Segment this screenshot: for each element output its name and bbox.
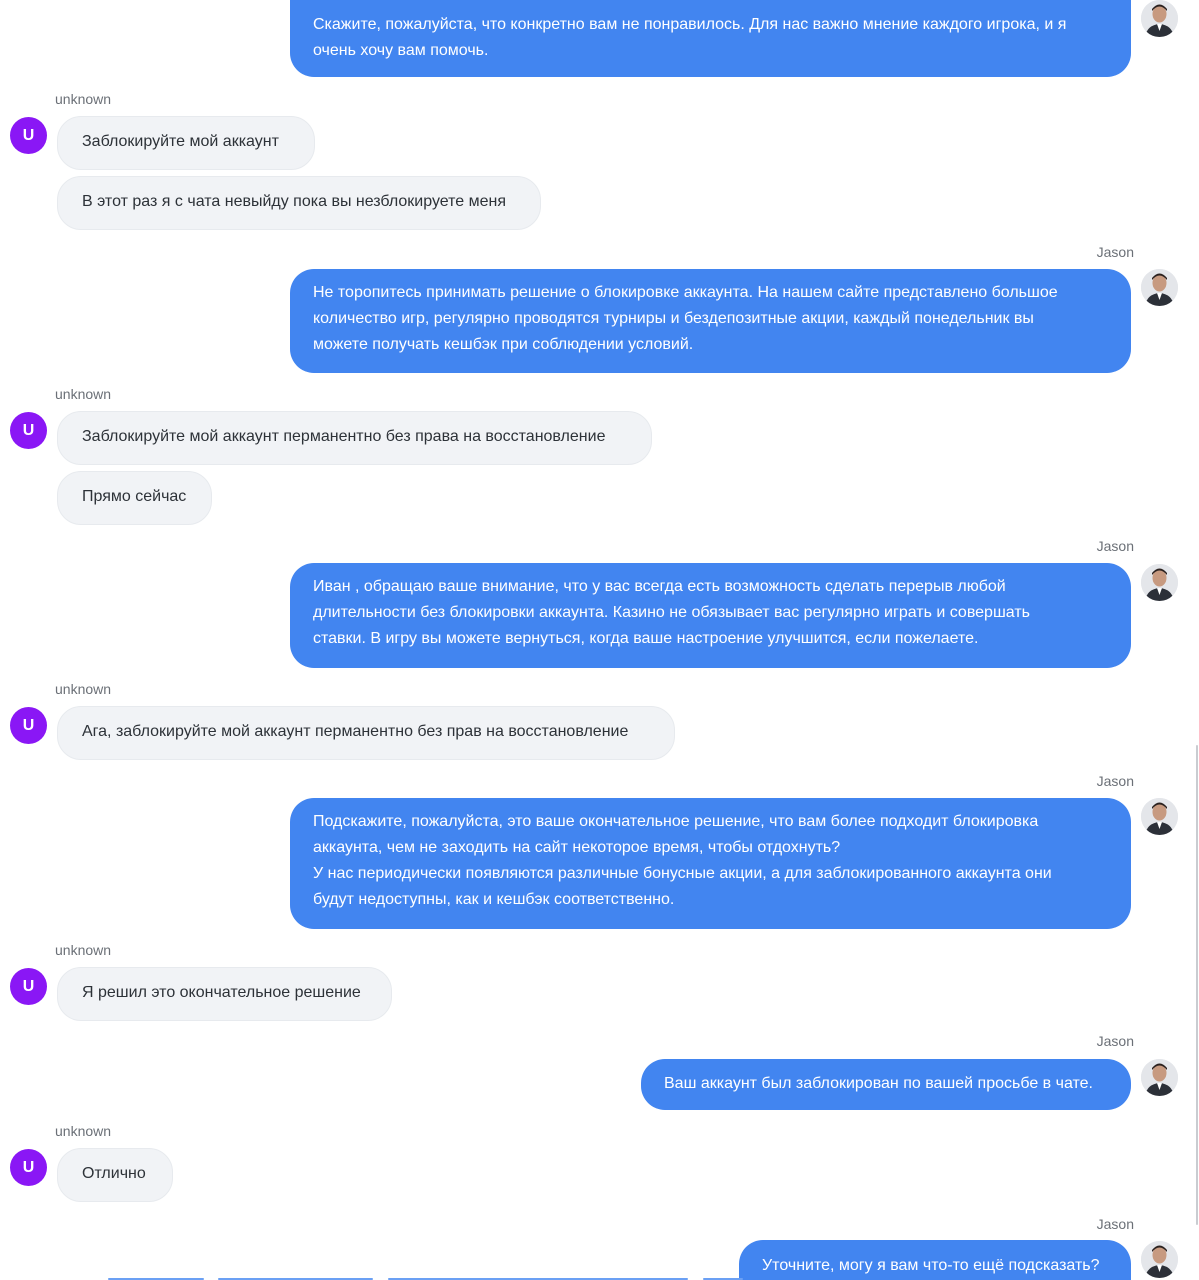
user-message: В этот раз я с чата невыйду пока вы незб…: [57, 176, 541, 230]
agent-message: Уточните, могу я вам что-то ещё подсказа…: [739, 1240, 1131, 1280]
agent-avatar: [1141, 0, 1178, 37]
agent-photo-icon: [1141, 564, 1178, 601]
agent-message: Скажите, пожалуйста, что конкретно вам н…: [290, 0, 1131, 77]
agent-name-label: Jason: [1096, 773, 1134, 789]
user-avatar: U: [10, 412, 47, 449]
agent-photo-icon: [1141, 1059, 1178, 1096]
user-avatar: U: [10, 707, 47, 744]
agent-name-label: Jason: [1096, 538, 1134, 554]
agent-avatar: [1141, 1059, 1178, 1096]
agent-name-label: Jason: [1096, 244, 1134, 260]
scrollbar[interactable]: [1196, 745, 1198, 1225]
user-message: Я решил это окончательное решение: [57, 967, 392, 1021]
agent-photo-icon: [1141, 798, 1178, 835]
agent-avatar: [1141, 564, 1178, 601]
user-avatar: U: [10, 117, 47, 154]
user-message: Заблокируйте мой аккаунт перманентно без…: [57, 411, 652, 465]
user-name-label: unknown: [55, 1123, 112, 1139]
agent-name-label: Jason: [1096, 1033, 1134, 1049]
agent-name-label: Jason: [1096, 1216, 1134, 1232]
chat-transcript[interactable]: Скажите, пожалуйста, что конкретно вам н…: [0, 0, 1199, 1280]
user-avatar: U: [10, 1149, 47, 1186]
user-name-label: unknown: [55, 681, 112, 697]
user-name-label: unknown: [55, 91, 112, 107]
agent-photo-icon: [1141, 0, 1178, 37]
user-name-label: unknown: [55, 386, 112, 402]
agent-avatar: [1141, 1241, 1178, 1278]
agent-photo-icon: [1141, 269, 1178, 306]
user-message: Заблокируйте мой аккаунт: [57, 116, 315, 170]
agent-message: Ваш аккаунт был заблокирован по вашей пр…: [641, 1059, 1131, 1110]
agent-message: Иван , обращаю ваше внимание, что у вас …: [290, 563, 1131, 668]
user-avatar: U: [10, 968, 47, 1005]
agent-message: Не торопитесь принимать решение о блокир…: [290, 269, 1131, 373]
agent-message: Подскажите, пожалуйста, это ваше окончат…: [290, 798, 1131, 929]
user-message: Прямо сейчас: [57, 471, 212, 525]
user-name-label: unknown: [55, 942, 112, 958]
agent-avatar: [1141, 269, 1178, 306]
user-message: Ага, заблокируйте мой аккаунт перманентн…: [57, 706, 675, 760]
agent-avatar: [1141, 798, 1178, 835]
user-message: Отлично: [57, 1148, 173, 1202]
agent-photo-icon: [1141, 1241, 1178, 1278]
